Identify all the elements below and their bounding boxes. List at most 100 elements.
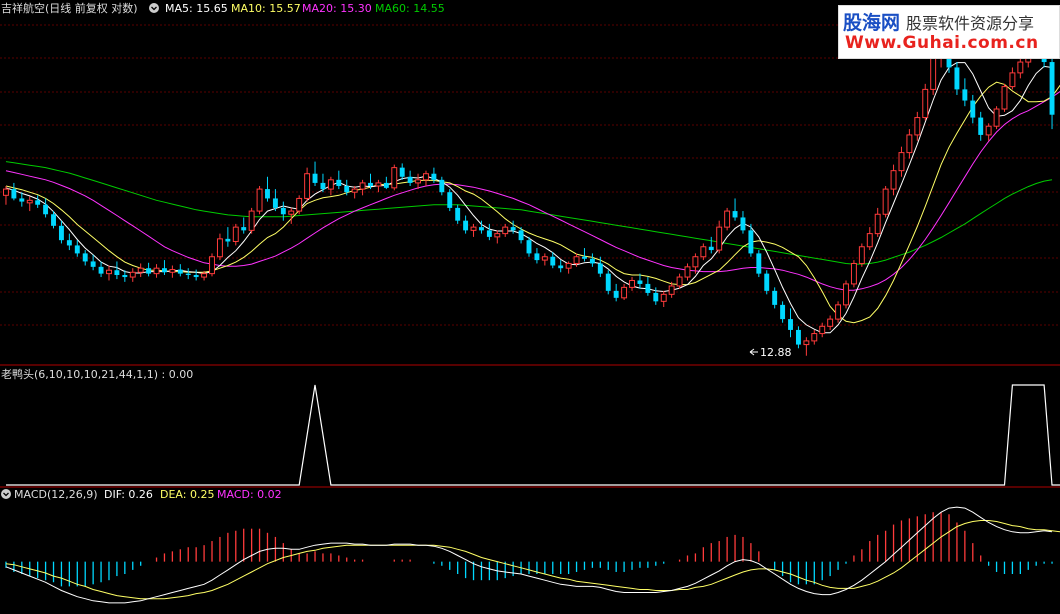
candle-up (129, 268, 136, 282)
candle-body (327, 179, 334, 190)
candle-body (582, 256, 587, 259)
candle-up (803, 337, 810, 356)
candle-body (431, 173, 437, 180)
candle-body (3, 188, 9, 196)
candle-body (985, 125, 992, 136)
candle-down (74, 240, 80, 257)
candle-up (209, 253, 215, 277)
candle-body (772, 290, 778, 305)
candle-body (597, 263, 603, 274)
candle-body (463, 220, 469, 231)
candle-body (684, 266, 691, 278)
candle-down (162, 260, 167, 275)
ma10-label: MA10: 15.57 (231, 2, 301, 15)
candle-body (90, 261, 96, 267)
candle-down (970, 94, 976, 124)
candle-body (740, 217, 746, 231)
candle-body (764, 273, 770, 291)
candle-up (684, 263, 691, 281)
candle-body (368, 182, 373, 186)
chart-canvas[interactable]: 吉祥航空(日线 前复权 对数) MA5: 15.65 MA10: 15.57 M… (0, 0, 1060, 610)
candle-up (232, 223, 239, 246)
candle-down (463, 215, 469, 234)
candle-up (137, 263, 144, 278)
watermark-title: 股海网 股票软件资源分享 (843, 8, 1034, 35)
candle-down (58, 220, 64, 244)
settings-icon[interactable] (149, 3, 159, 13)
candle-body (169, 269, 176, 273)
candle-down (98, 261, 104, 278)
candle-body (375, 182, 382, 187)
candle-up (835, 301, 842, 323)
candle-body (216, 238, 223, 258)
candle-down (772, 287, 778, 309)
ma60-label: MA60: 14.55 (375, 2, 445, 15)
candle-body (320, 182, 326, 190)
candle-up (922, 83, 929, 121)
candle-body (137, 267, 144, 273)
candle-body (550, 256, 556, 266)
candle-body (756, 253, 762, 274)
candle-body (447, 192, 453, 208)
candle-body (637, 280, 643, 284)
candle-up (26, 196, 33, 212)
candle-body (43, 204, 49, 215)
candle-down (1049, 51, 1055, 130)
candle-body (288, 210, 295, 215)
candle-body (906, 134, 913, 154)
candle-up (827, 315, 834, 330)
candle-body (621, 286, 628, 299)
candle-body (304, 173, 311, 199)
candle-up (716, 220, 723, 254)
candle-down (455, 204, 461, 224)
candle-up (216, 233, 223, 261)
watermark-url: Www.Guhai.com.cn (845, 33, 1039, 53)
candle-body (827, 318, 834, 327)
candle-up (169, 265, 176, 278)
watermark-logo: 股海网 股票软件资源分享 Www.Guhai.com.cn (838, 5, 1060, 59)
candle-up (327, 176, 334, 196)
candle-body (795, 329, 801, 345)
candle-body (660, 293, 667, 302)
candle-up (985, 123, 992, 141)
candle-up (296, 195, 303, 215)
candle-up (858, 243, 865, 267)
candle-down (43, 198, 49, 218)
candle-body (177, 269, 183, 274)
watermark-slogan: 股票软件资源分享 (906, 14, 1035, 33)
candle-body (185, 273, 191, 275)
candle-down (645, 277, 651, 296)
candle-body (708, 246, 714, 251)
macd-settings-icon[interactable] (1, 489, 11, 499)
candle-body (874, 213, 881, 235)
candle-body (898, 152, 905, 172)
candle-down (66, 233, 72, 251)
candle-down (225, 227, 231, 247)
candle-up (882, 185, 889, 218)
candle-body (858, 246, 865, 264)
candle-body (748, 230, 754, 254)
candle-down (637, 273, 643, 289)
candle-up (502, 223, 509, 237)
candle-down (280, 201, 286, 221)
candle-body (423, 173, 429, 181)
candle-body (843, 283, 849, 306)
candle-body (407, 176, 413, 183)
candle-down (82, 250, 88, 266)
candle-body (724, 210, 731, 228)
candle-down (740, 211, 746, 234)
candle-body (280, 207, 286, 215)
candle-down (407, 170, 413, 186)
candle-body (225, 238, 231, 242)
candle-body (74, 245, 80, 254)
main-header: 吉祥航空(日线 前复权 对数) MA5: 15.65 MA10: 15.57 M… (1, 1, 445, 15)
candle-body (351, 188, 358, 193)
dif-line (5, 506, 1053, 604)
candle-up (541, 253, 548, 266)
candle-body (114, 270, 120, 275)
candle-body (122, 274, 128, 278)
candle-down (320, 173, 326, 193)
candle-down (11, 182, 17, 201)
candle-up (256, 185, 263, 215)
candle-up (850, 260, 857, 288)
